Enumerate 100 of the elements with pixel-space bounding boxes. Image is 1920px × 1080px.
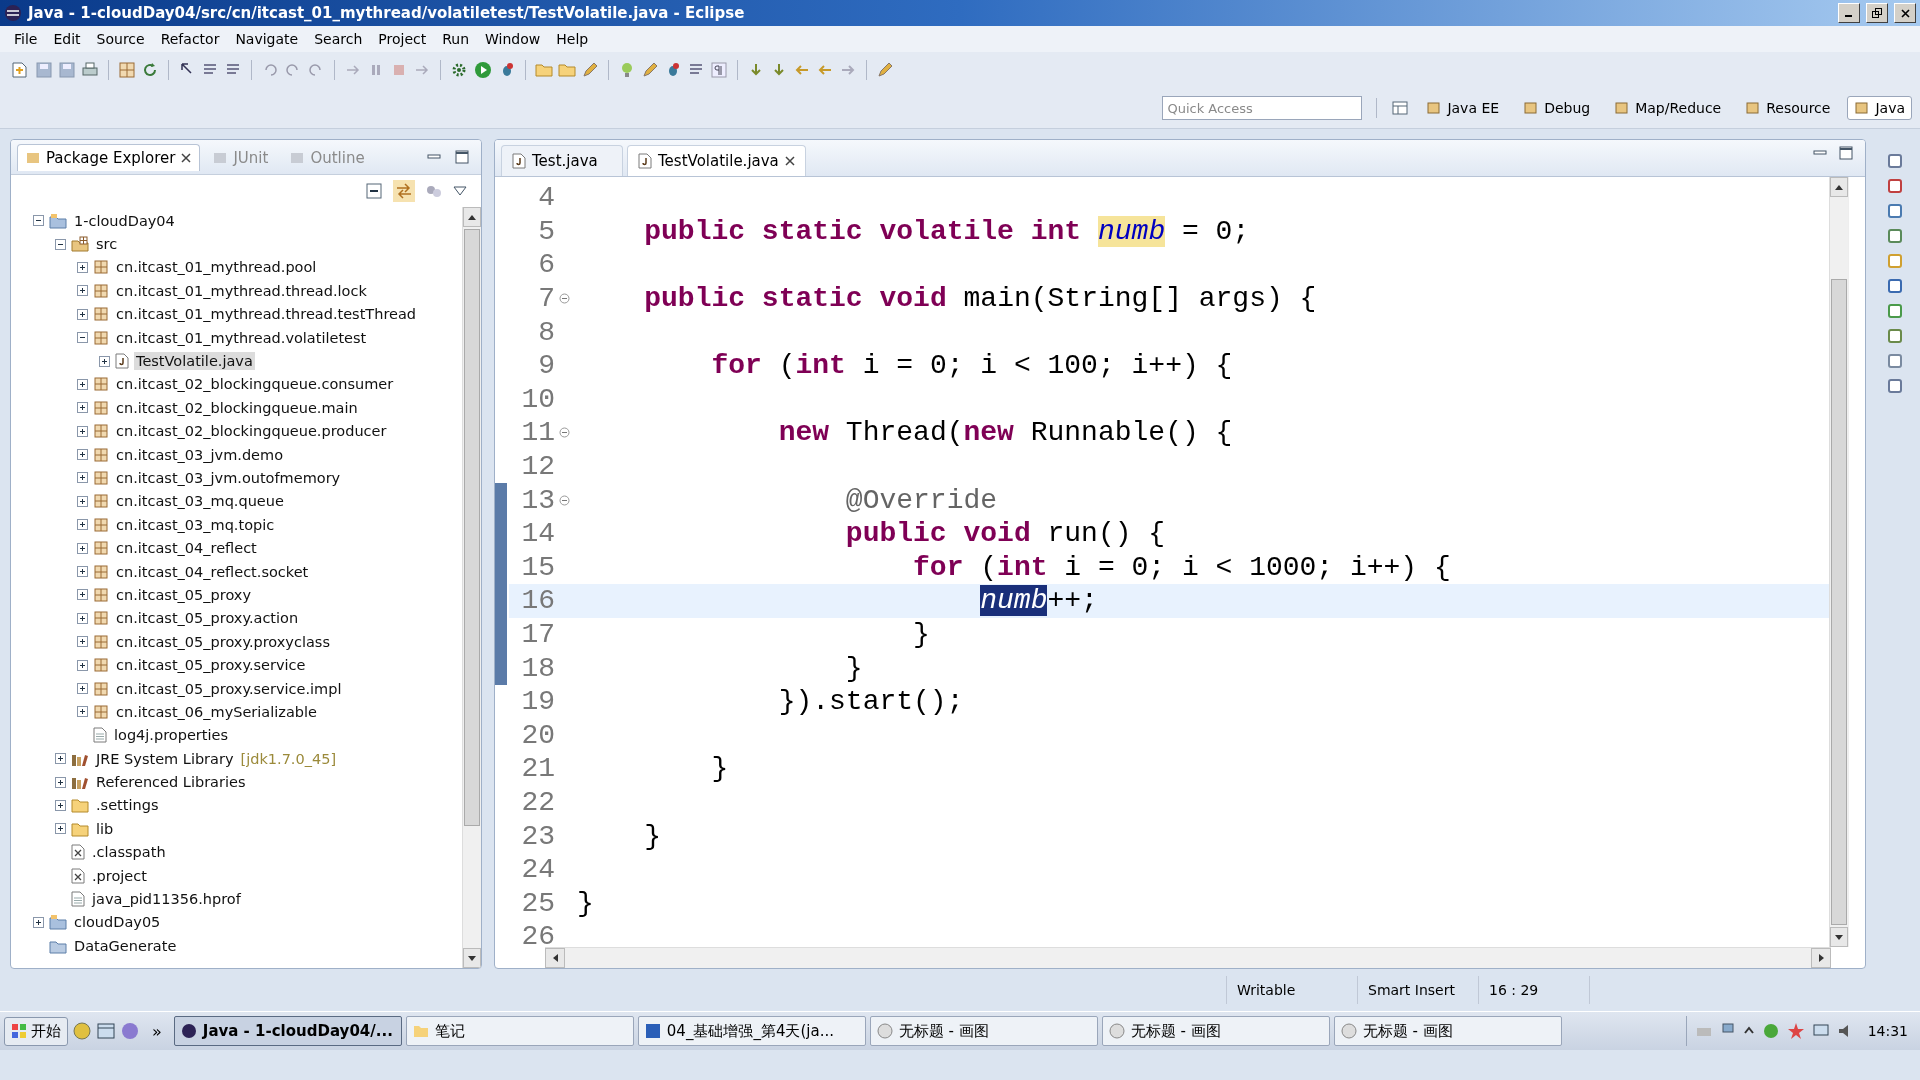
view-icon[interactable] — [1887, 378, 1903, 394]
expand-toggle[interactable] — [77, 612, 88, 624]
taskbar-button[interactable]: 无标题 - 画图 — [869, 1016, 1098, 1046]
tree-item[interactable]: cn.itcast_05_proxy — [114, 585, 253, 604]
expand-toggle[interactable] — [77, 495, 88, 507]
expand-toggle[interactable] — [77, 706, 88, 718]
scroll-right-button[interactable] — [1811, 948, 1831, 968]
pen-icon[interactable] — [876, 61, 894, 79]
scrollbar-thumb[interactable] — [1831, 279, 1847, 925]
expand-toggle[interactable] — [77, 566, 88, 578]
tree-item[interactable]: cn.itcast_01_mythread.thread.testThread — [114, 305, 419, 324]
gear-icon[interactable] — [450, 61, 468, 79]
tree-item[interactable]: cn.itcast_02_blockingqueue.producer — [114, 422, 389, 441]
tree-item[interactable]: java_pid11356.hprof — [90, 890, 243, 908]
taskbar-button[interactable]: Java - 1-cloudDay04/... — [173, 1016, 402, 1046]
expand-toggle[interactable] — [55, 799, 66, 811]
scroll-down-button[interactable] — [463, 948, 481, 968]
taskbar-button[interactable]: 无标题 - 画图 — [1101, 1016, 1330, 1046]
tree-item[interactable]: src — [94, 235, 120, 254]
tree-item[interactable]: TestVolatile.java — [134, 352, 255, 371]
expand-toggle[interactable] — [55, 823, 66, 835]
tree-item[interactable]: .project — [90, 866, 149, 885]
expand-toggle[interactable] — [77, 519, 88, 531]
close-icon[interactable] — [784, 156, 795, 166]
menu-item[interactable]: Navigate — [227, 29, 307, 49]
tree-item[interactable]: lib — [94, 819, 116, 838]
menu-item[interactable]: Source — [88, 29, 153, 49]
editor-tab[interactable]: TestVolatile.java — [627, 145, 806, 176]
perspective-button[interactable]: Java EE — [1419, 96, 1507, 120]
paragraph-icon[interactable] — [710, 61, 728, 79]
menu-item[interactable]: Edit — [45, 29, 89, 49]
star-icon[interactable] — [1786, 1022, 1805, 1040]
more-button[interactable]: » — [144, 1021, 170, 1041]
scroll-up-button[interactable] — [463, 207, 481, 227]
taskbar-button[interactable]: 无标题 - 画图 — [1333, 1016, 1562, 1046]
expand-toggle[interactable] — [77, 308, 88, 320]
sphere-icon[interactable] — [120, 1021, 140, 1041]
tree-item[interactable]: cn.itcast_02_blockingqueue.consumer — [114, 375, 396, 394]
expand-toggle[interactable] — [99, 355, 110, 367]
menu-item[interactable]: Window — [477, 29, 549, 49]
scrollbar-thumb[interactable] — [464, 229, 480, 826]
fold-icon[interactable] — [558, 427, 570, 439]
expand-toggle[interactable] — [55, 753, 66, 765]
tree-item[interactable]: cn.itcast_03_jvm.demo — [114, 445, 285, 464]
close-button[interactable] — [1894, 3, 1916, 23]
tree-item[interactable]: .settings — [94, 796, 161, 815]
tree-item[interactable]: .classpath — [90, 843, 168, 862]
open-perspective-icon[interactable] — [1391, 99, 1410, 117]
tree-item[interactable]: cn.itcast_01_mythread.pool — [114, 258, 319, 277]
menu-item[interactable]: Search — [306, 29, 371, 49]
start-button[interactable]: 开始 — [4, 1016, 68, 1046]
menu-item[interactable]: File — [6, 29, 46, 49]
tree-item[interactable]: cn.itcast_03_mq.queue — [114, 492, 286, 511]
expand-toggle[interactable] — [55, 238, 66, 250]
status-circle-icon[interactable] — [1761, 1022, 1780, 1040]
maximize-icon[interactable] — [455, 150, 469, 164]
expand-toggle[interactable] — [77, 425, 88, 437]
collapse-all-icon[interactable] — [365, 182, 383, 200]
fold-icon[interactable] — [558, 494, 570, 506]
tree-item[interactable]: Referenced Libraries — [94, 773, 248, 792]
perspective-button[interactable]: Java — [1847, 96, 1912, 120]
tree-item[interactable]: cn.itcast_01_mythread.volatiletest — [114, 328, 369, 347]
view-tab[interactable]: Package Explorer — [17, 143, 201, 171]
view-icon[interactable] — [1887, 253, 1903, 269]
tree-item[interactable]: cn.itcast_06_mySerializable — [114, 702, 319, 721]
expand-toggle[interactable] — [77, 402, 88, 414]
tree-item[interactable]: cn.itcast_02_blockingqueue.main — [114, 398, 360, 417]
perspective-button[interactable]: Debug — [1516, 96, 1598, 120]
close-icon[interactable] — [181, 152, 192, 163]
expand-toggle[interactable] — [77, 261, 88, 273]
tree-item[interactable]: JRE System Library — [94, 749, 236, 768]
expand-toggle[interactable] — [33, 215, 44, 227]
menu-item[interactable]: Refactor — [152, 29, 228, 49]
tree-item[interactable]: cn.itcast_04_reflect.socket — [114, 562, 311, 581]
run-icon[interactable] — [473, 60, 493, 80]
expand-toggle[interactable] — [55, 776, 66, 788]
expand-toggle[interactable] — [33, 916, 44, 928]
quick-access-field[interactable]: Quick Access — [1162, 96, 1363, 120]
view-icon[interactable] — [1887, 303, 1903, 319]
expand-toggle[interactable] — [77, 285, 88, 297]
tree-item[interactable]: cn.itcast_05_proxy.service.impl — [114, 679, 344, 698]
menu-item[interactable]: Project — [370, 29, 435, 49]
view-icon[interactable] — [1887, 278, 1903, 294]
view-icon[interactable] — [1887, 328, 1903, 344]
taskbar-button[interactable]: 04_基础增强_第4天(ja... — [637, 1016, 866, 1046]
window-icon[interactable] — [96, 1021, 116, 1041]
fold-icon[interactable] — [558, 293, 570, 305]
tree-item[interactable]: cn.itcast_04_reflect — [114, 539, 259, 558]
expand-toggle[interactable] — [77, 472, 88, 484]
refresh-icon[interactable] — [141, 61, 159, 79]
tree-item[interactable]: cn.itcast_03_jvm.outofmemory — [114, 469, 343, 487]
grid-icon[interactable] — [118, 61, 136, 79]
minimize-button[interactable] — [1838, 3, 1860, 23]
tree-item[interactable]: cloudDay05 — [72, 913, 163, 932]
pen-icon[interactable] — [581, 61, 599, 79]
expand-toggle[interactable] — [77, 636, 88, 648]
expand-toggle[interactable] — [77, 449, 88, 461]
menu-item[interactable]: Help — [548, 29, 597, 49]
scroll-left-button[interactable] — [545, 948, 565, 968]
link-arrows-icon[interactable] — [393, 180, 415, 202]
